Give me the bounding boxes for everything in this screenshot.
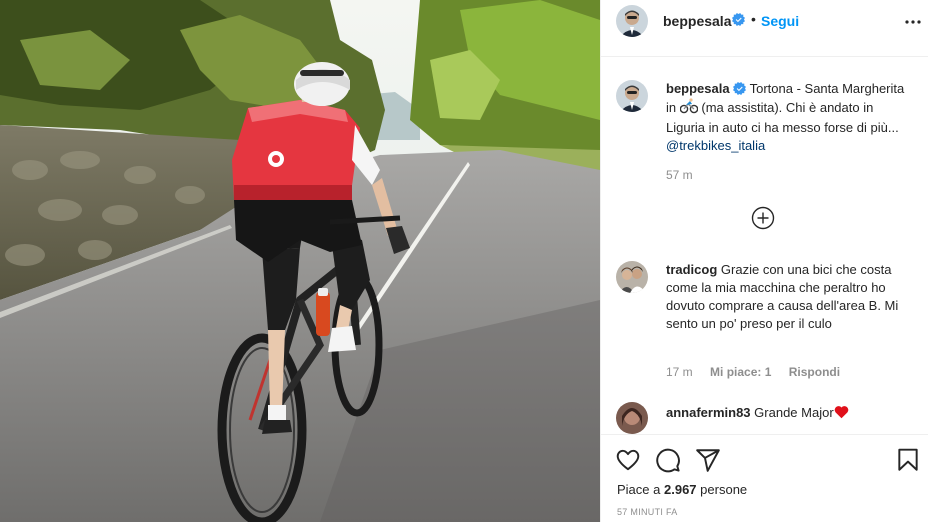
more-options-icon[interactable] (903, 12, 923, 32)
cyclist-photo (0, 0, 600, 522)
comment-bubble-icon[interactable] (655, 447, 681, 473)
likes-number: 2.967 (664, 482, 697, 497)
post-timestamp[interactable]: 57 minuti fa (617, 507, 678, 517)
separator-dot: • (751, 11, 756, 27)
instagram-post-modal: beppesala • Segui beppesala Tortona - Sa… (0, 0, 928, 522)
post-caption: beppesala Tortona - Santa Margherita in … (666, 80, 906, 155)
comment-text: tradicog Grazie con una bici che costa c… (666, 261, 906, 333)
avatar[interactable] (616, 5, 648, 37)
verified-badge-icon (733, 81, 747, 96)
red-heart-emoji-icon (834, 405, 849, 424)
post-actions-bar: Piace a 2.967 persone 57 minuti fa (601, 434, 928, 522)
comment-timestamp[interactable]: 17 m (666, 365, 693, 379)
comment-meta: 17 m Mi piace: 1 Rispondi (666, 365, 854, 379)
caption-username[interactable]: beppesala (666, 81, 730, 96)
post-photo[interactable] (0, 0, 600, 522)
like-heart-icon[interactable] (615, 447, 641, 473)
save-bookmark-icon[interactable] (895, 447, 921, 473)
comment-avatar[interactable] (616, 261, 648, 293)
follow-button[interactable]: Segui (761, 13, 799, 29)
reply-button[interactable]: Rispondi (789, 365, 840, 379)
caption-avatar[interactable] (616, 80, 648, 112)
comment-body: Grande Major (754, 405, 834, 420)
comments-scroll-area[interactable]: beppesala Tortona - Santa Margherita in … (601, 58, 928, 434)
post-header: beppesala • Segui (601, 0, 928, 57)
post-author-username[interactable]: beppesala (663, 13, 731, 29)
likes-prefix: Piace a (617, 482, 661, 497)
comment-username[interactable]: tradicog (666, 262, 717, 277)
share-paper-plane-icon[interactable] (695, 447, 721, 473)
comment-text: annafermin83 Grande Major (666, 404, 906, 424)
caption-mention-link[interactable]: @trekbikes_italia (666, 138, 765, 153)
verified-badge-icon (732, 12, 745, 27)
comment-avatar[interactable] (616, 402, 648, 434)
load-more-comments-icon[interactable] (751, 206, 775, 230)
comment-username[interactable]: annafermin83 (666, 405, 751, 420)
likes-suffix: persone (700, 482, 748, 497)
post-side-panel: beppesala • Segui beppesala Tortona - Sa… (600, 0, 928, 522)
caption-text-part2: (ma assistita). Chi è andato in Liguria … (666, 100, 899, 135)
comment-likes[interactable]: Mi piace: 1 (710, 365, 771, 379)
caption-timestamp[interactable]: 57 m (666, 168, 693, 182)
bicyclist-emoji-icon (679, 98, 699, 119)
likes-count[interactable]: Piace a 2.967 persone (617, 482, 747, 497)
